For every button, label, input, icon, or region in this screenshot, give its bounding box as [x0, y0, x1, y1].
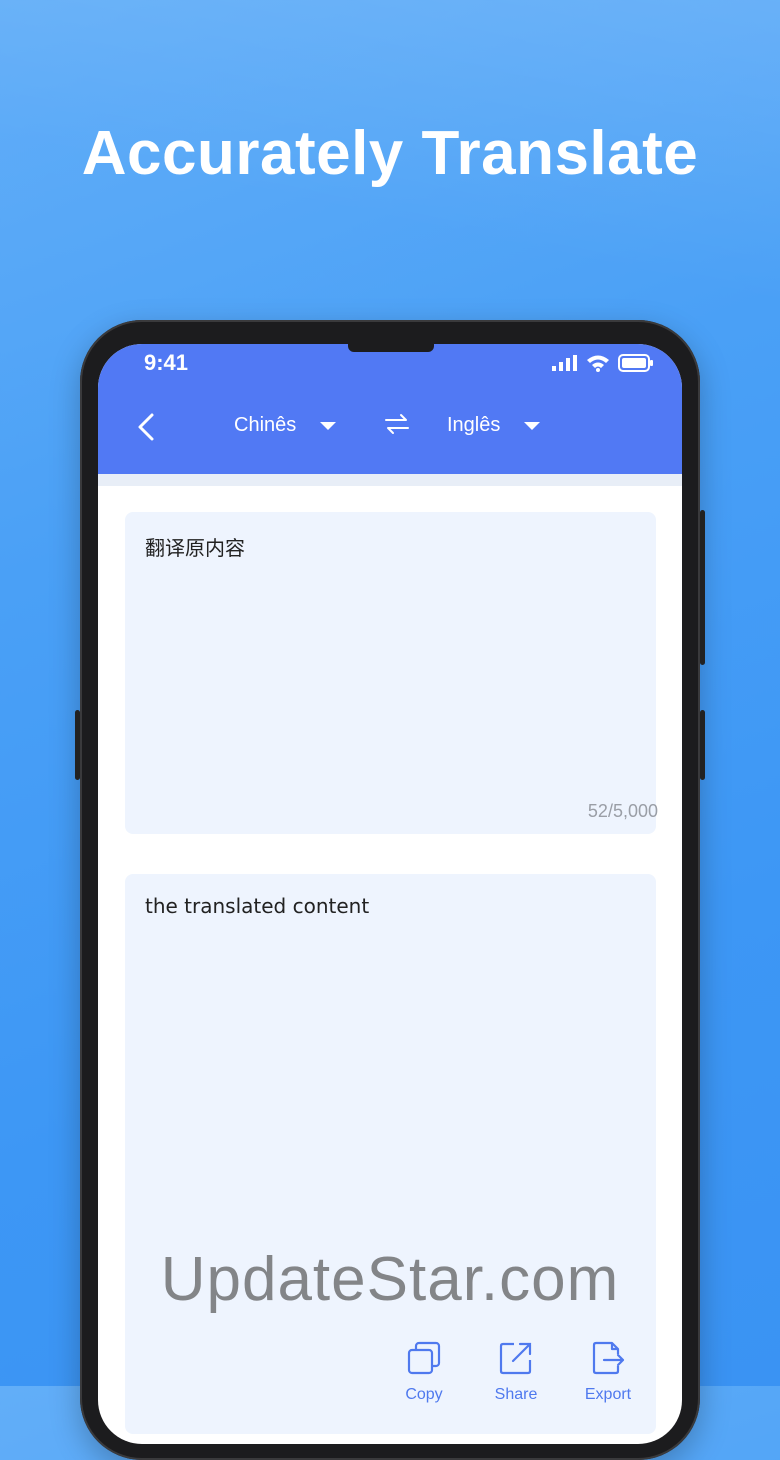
status-time: 9:41 — [144, 350, 189, 375]
wifi-icon — [587, 355, 609, 372]
translated-text: the translated content — [145, 894, 370, 918]
target-language-label: Inglês — [447, 414, 501, 436]
copy-icon — [407, 1341, 441, 1375]
app-bar: Chinês Inglês — [98, 382, 682, 474]
share-button[interactable]: Share — [488, 1340, 544, 1404]
chevron-down-icon — [524, 421, 541, 430]
copy-button[interactable]: Copy — [396, 1340, 452, 1404]
battery-icon — [618, 354, 653, 372]
export-button[interactable]: Export — [580, 1340, 636, 1404]
status-icons — [552, 354, 654, 372]
source-text: 翻译原内容 — [145, 536, 245, 560]
phone-power-button — [700, 510, 705, 665]
target-language-select[interactable]: Inglês — [447, 414, 541, 437]
export-icon — [592, 1341, 625, 1375]
translation-output: the translated content Copy Share Export — [125, 874, 656, 1434]
character-counter: 52/5,000 — [587, 801, 658, 821]
export-label: Export — [584, 1386, 632, 1403]
watermark: UpdateStar.com — [160, 1245, 620, 1314]
copy-label: Copy — [405, 1386, 443, 1403]
share-label: Share — [494, 1386, 538, 1403]
chevron-down-icon — [320, 421, 337, 430]
phone-volume-button — [700, 710, 705, 780]
source-text-input[interactable]: 翻译原内容 52/5,000 — [125, 512, 658, 834]
output-actions: Copy Share Export — [396, 1340, 636, 1404]
swap-languages-icon[interactable] — [384, 413, 410, 435]
source-language-select[interactable]: Chinês — [234, 414, 337, 437]
promo-headline: Accurately Translate — [81, 119, 699, 188]
phone-notch — [348, 344, 434, 352]
phone-side-button — [75, 710, 80, 780]
source-language-label: Chinês — [234, 414, 297, 436]
signal-icon — [552, 355, 577, 371]
share-icon — [499, 1342, 532, 1375]
back-arrow-icon[interactable] — [132, 412, 162, 442]
section-divider — [98, 474, 682, 486]
